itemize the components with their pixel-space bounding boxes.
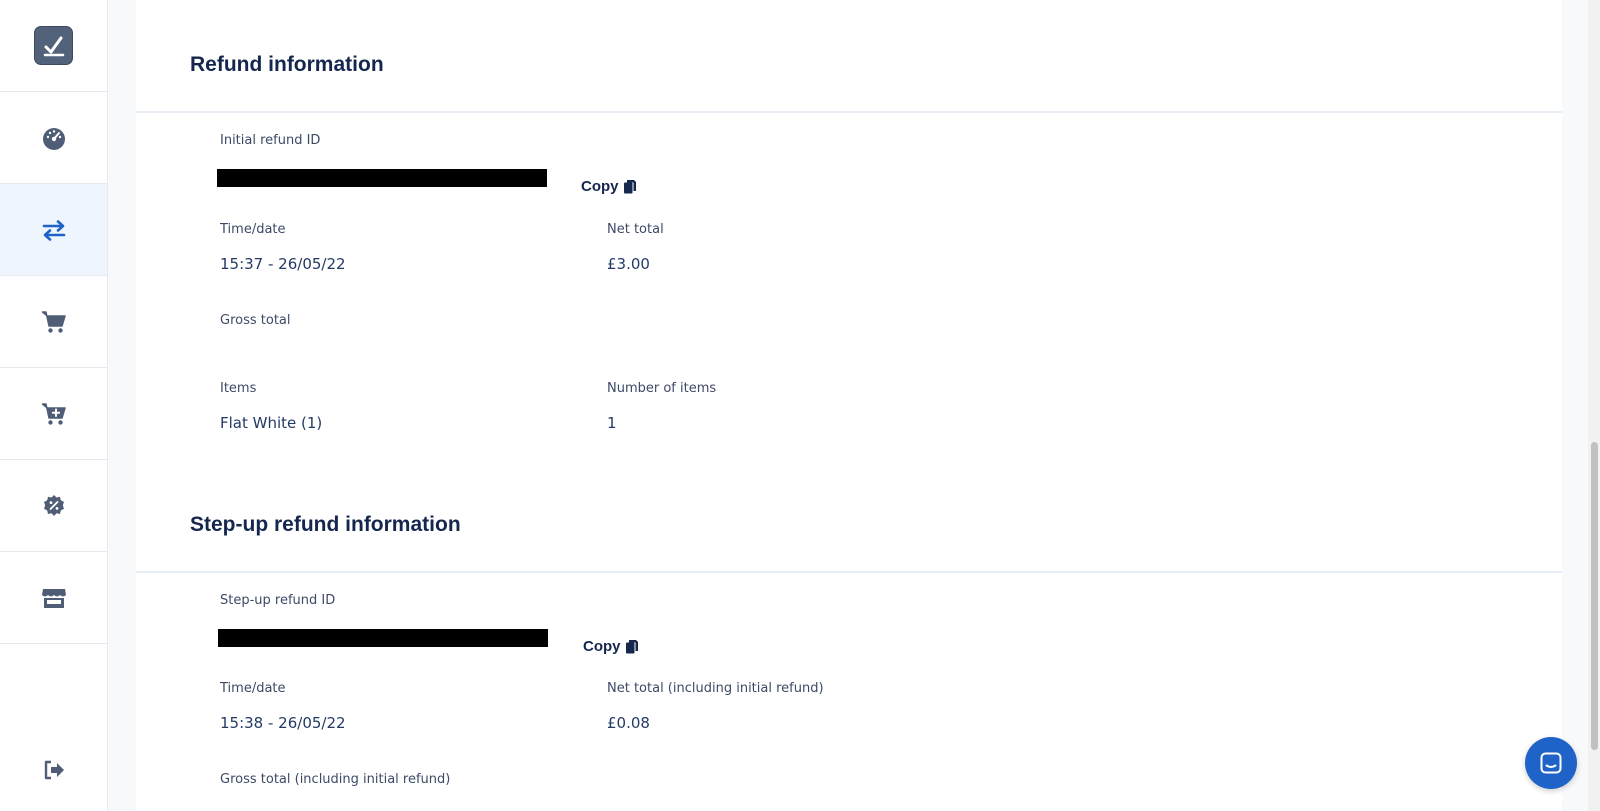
- chat-icon: [1540, 752, 1562, 774]
- logo-container: [0, 0, 107, 92]
- sidebar-item-store[interactable]: [0, 552, 107, 644]
- refund-item-count-label: Number of items: [607, 381, 717, 396]
- chat-launcher-button[interactable]: [1525, 737, 1577, 789]
- stepup-time-label: Time/date: [220, 681, 286, 696]
- sidebar: [0, 0, 108, 811]
- refund-net-total-label: Net total: [607, 222, 664, 237]
- stepup-gross-total-label: Gross total (including initial refund): [220, 772, 451, 787]
- copy-icon: [623, 179, 636, 193]
- refund-gross-total-label: Gross total: [220, 313, 291, 328]
- copy-label: Copy: [581, 178, 619, 195]
- refund-net-total-value: £3.00: [607, 255, 650, 273]
- refund-details-panel: Refund information Initial refund ID Cop…: [136, 0, 1562, 811]
- refund-items-value: Flat White (1): [220, 414, 323, 432]
- cart-icon: [41, 310, 66, 333]
- stepup-net-total-value: £0.08: [607, 714, 650, 732]
- discount-badge-icon: [43, 494, 64, 516]
- logout-icon: [44, 760, 64, 780]
- stepup-section-title: Step-up refund information: [190, 513, 461, 536]
- initial-refund-id-redacted: [217, 169, 547, 187]
- refund-time-value: 15:37 - 26/05/22: [220, 255, 346, 273]
- stepup-net-total-label: Net total (including initial refund): [607, 681, 824, 696]
- refund-section-title: Refund information: [190, 53, 384, 76]
- refund-item-count-value: 1: [607, 414, 617, 432]
- stepup-refund-id-label: Step-up refund ID: [220, 593, 336, 608]
- page-scrollbar[interactable]: [1588, 0, 1600, 811]
- scrollbar-thumb[interactable]: [1591, 442, 1598, 750]
- copy-label: Copy: [583, 638, 621, 655]
- sidebar-item-transactions[interactable]: [0, 184, 107, 276]
- store-icon: [41, 588, 66, 608]
- divider: [136, 111, 1562, 113]
- transactions-arrows-icon: [42, 219, 65, 241]
- sidebar-item-add-order[interactable]: [0, 368, 107, 460]
- dashboard-gauge-icon: [42, 127, 65, 150]
- divider: [136, 571, 1562, 573]
- cart-plus-icon: [41, 402, 66, 425]
- refund-items-label: Items: [220, 381, 257, 396]
- stepup-time-value: 15:38 - 26/05/22: [220, 714, 346, 732]
- copy-icon: [625, 639, 638, 653]
- initial-refund-id-label: Initial refund ID: [220, 133, 321, 148]
- stepup-refund-id-redacted: [218, 629, 548, 647]
- checkmark-logo-icon[interactable]: [34, 26, 73, 65]
- sidebar-item-discounts[interactable]: [0, 460, 107, 552]
- sidebar-item-orders[interactable]: [0, 276, 107, 368]
- refund-time-label: Time/date: [220, 222, 286, 237]
- copy-stepup-refund-id-button[interactable]: Copy: [583, 638, 639, 655]
- logout-button[interactable]: [0, 747, 108, 793]
- sidebar-item-dashboard[interactable]: [0, 92, 107, 184]
- copy-initial-refund-id-button[interactable]: Copy: [581, 178, 637, 195]
